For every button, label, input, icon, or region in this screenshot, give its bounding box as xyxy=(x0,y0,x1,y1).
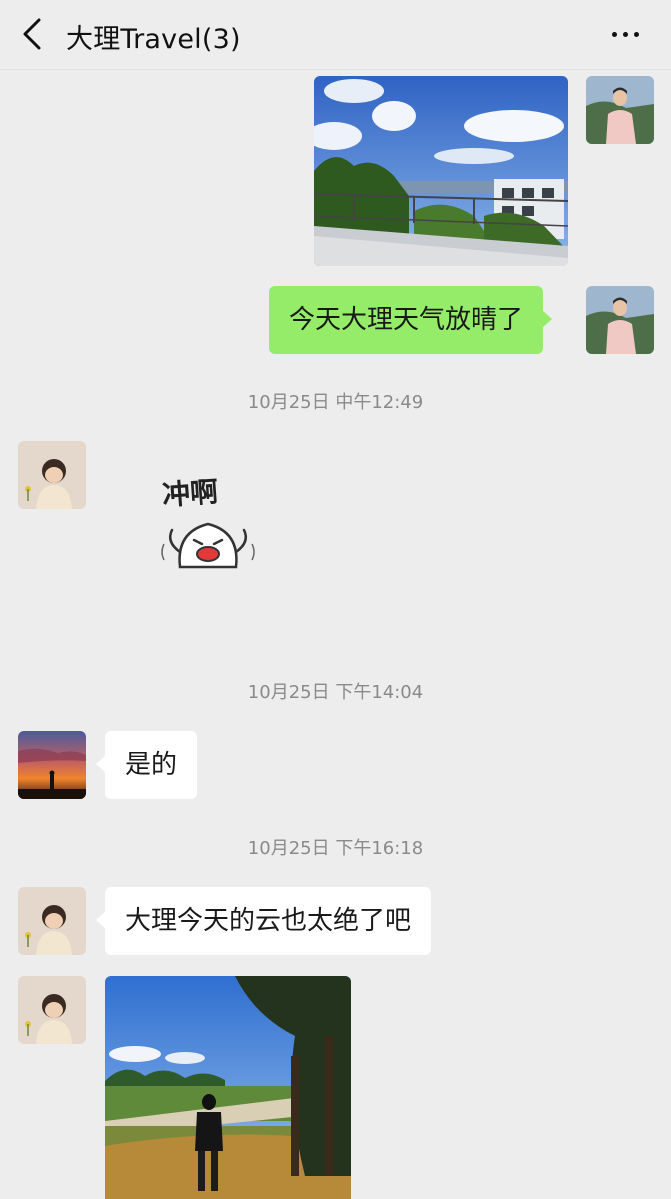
chevron-left-icon xyxy=(23,18,41,50)
outgoing-photo-message[interactable] xyxy=(314,76,568,266)
message-timestamp: 10月25日 下午16:18 xyxy=(247,838,424,859)
incoming-photo-message[interactable] xyxy=(105,976,351,1199)
message-timestamp: 10月25日 中午12:49 xyxy=(247,392,424,413)
contact-avatar-sunset[interactable] xyxy=(18,731,86,799)
contact-avatar-child[interactable] xyxy=(18,887,86,955)
my-avatar[interactable] xyxy=(586,76,654,144)
incoming-text-message[interactable]: 大理今天的云也太绝了吧 xyxy=(95,887,432,955)
contact-avatar-child[interactable] xyxy=(18,976,86,1044)
outgoing-text-message[interactable]: 今天大理天气放晴了 xyxy=(269,286,553,354)
more-button[interactable] xyxy=(605,22,645,46)
back-button[interactable] xyxy=(14,16,50,52)
chat-title: 大理Travel(3) xyxy=(66,24,241,55)
my-avatar[interactable] xyxy=(586,286,654,354)
cartoon-ghost-icon xyxy=(161,522,255,569)
message-text: 今天大理天气放晴了 xyxy=(289,305,524,335)
contact-avatar-child[interactable] xyxy=(18,441,86,509)
message-timestamp: 10月25日 下午14:04 xyxy=(247,682,424,703)
chat-header: 大理Travel(3) xyxy=(0,0,671,70)
message-text: 是的 xyxy=(125,750,178,780)
incoming-text-message[interactable]: 是的 xyxy=(95,731,198,799)
sticker-message[interactable]: 冲啊 xyxy=(150,470,270,580)
message-text: 大理今天的云也太绝了吧 xyxy=(125,906,412,936)
more-dots-icon xyxy=(609,31,642,37)
sticker-text: 冲啊 xyxy=(161,475,220,512)
